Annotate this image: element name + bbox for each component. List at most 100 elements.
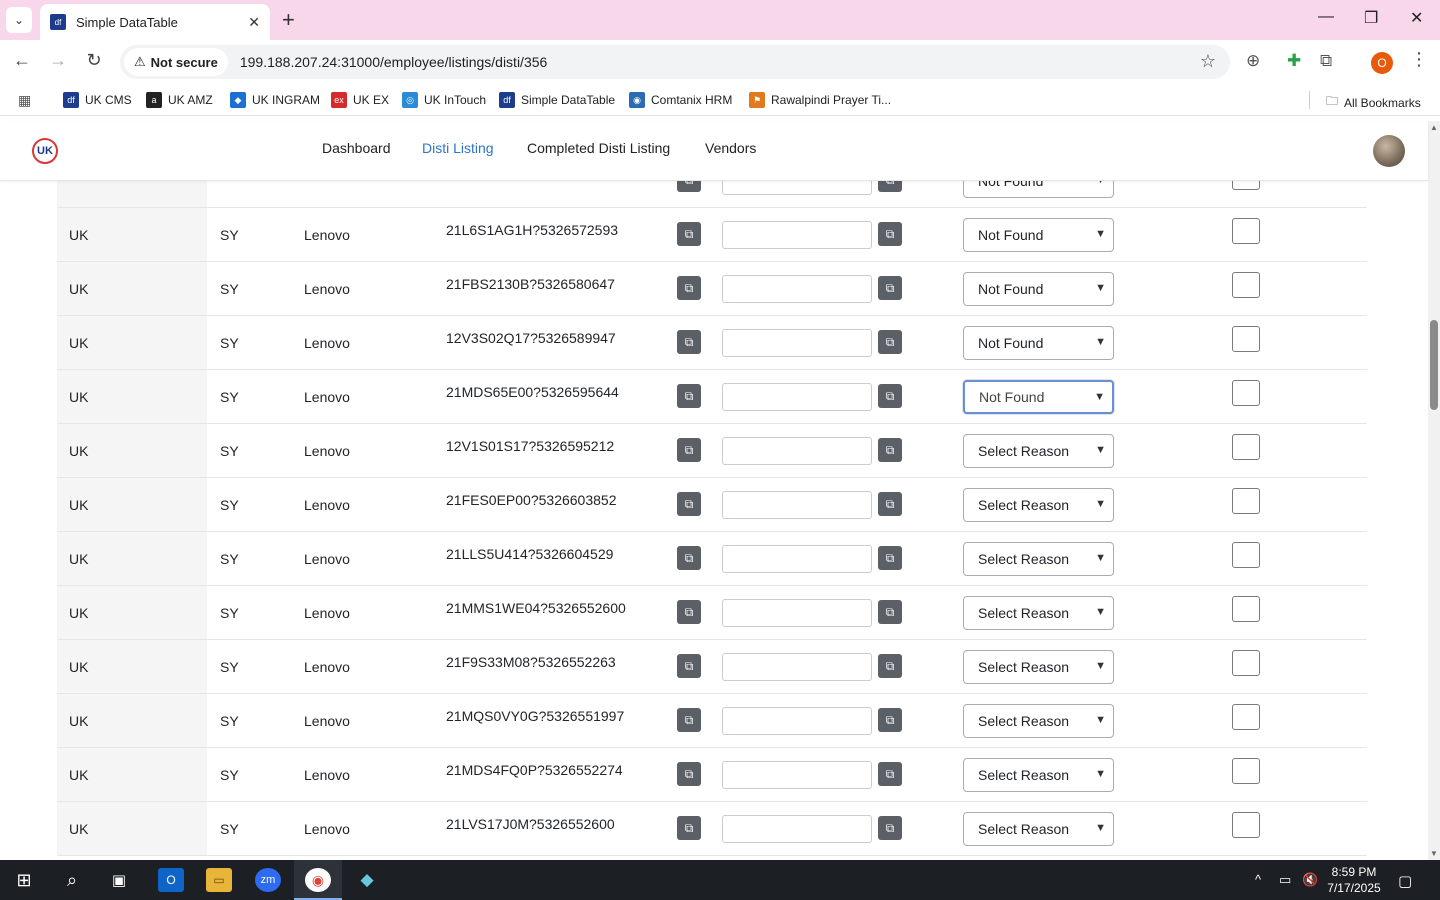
paste-button[interactable]: ⧉ [878,600,902,624]
row-checkbox[interactable] [1232,704,1260,730]
reason-select[interactable]: Not Found ▼ [963,181,1114,198]
browser-tab[interactable]: df Simple DataTable ✕ [40,4,270,40]
row-checkbox[interactable] [1232,326,1260,352]
forward-arrow-icon[interactable]: → [46,50,70,71]
reason-select[interactable]: Select Reason ▼ [963,596,1114,630]
nav-vendors[interactable]: Vendors [705,140,756,156]
volume-muted-icon[interactable]: 🔇 [1302,872,1318,888]
reason-select[interactable]: Select Reason ▼ [963,650,1114,684]
file-explorer-icon[interactable]: ▭ [206,868,232,892]
reason-select[interactable]: Select Reason ▼ [963,758,1114,792]
paste-button[interactable]: ⧉ [878,438,902,462]
row-checkbox[interactable] [1232,272,1260,298]
page-scrollbar[interactable]: ▲ ▼ [1428,121,1440,860]
extensions-icon[interactable]: ⧉ [1320,51,1332,71]
disti-input[interactable] [722,761,872,789]
nav-disti-listing[interactable]: Disti Listing [422,140,494,156]
disti-input[interactable] [722,815,872,843]
paste-button[interactable]: ⧉ [878,492,902,516]
disti-input[interactable] [722,181,872,195]
copy-sku-button[interactable]: ⧉ [677,600,701,624]
address-bar[interactable]: ⚠ Not secure 199.188.207.24:31000/employ… [120,45,1230,79]
url-text[interactable]: 199.188.207.24:31000/employee/listings/d… [240,54,547,70]
copy-sku-button[interactable]: ⧉ [677,330,701,354]
back-arrow-icon[interactable]: ← [10,50,34,71]
paste-button[interactable]: ⧉ [878,276,902,300]
copy-sku-button[interactable]: ⧉ [677,181,701,192]
paste-button[interactable]: ⧉ [878,546,902,570]
disti-input[interactable] [722,275,872,303]
paste-button[interactable]: ⧉ [878,654,902,678]
paste-button[interactable]: ⧉ [878,708,902,732]
bookmark-item[interactable]: df Simple DataTable [499,92,615,108]
paste-button[interactable]: ⧉ [878,762,902,786]
uk-logo[interactable]: UK [32,138,58,164]
copy-sku-button[interactable]: ⧉ [677,546,701,570]
disti-input[interactable] [722,653,872,681]
taskbar-search-icon[interactable]: ⌕ [59,868,85,892]
row-checkbox[interactable] [1232,434,1260,460]
bookmark-item[interactable]: ◉ Comtanix HRM [629,92,732,108]
scroll-down-arrow-icon[interactable]: ▼ [1430,849,1438,858]
network-icon[interactable]: ▭ [1279,872,1291,888]
translate-globe-icon[interactable]: ⊕ [1246,51,1260,71]
copy-sku-button[interactable]: ⧉ [677,384,701,408]
outlook-icon[interactable]: O [158,868,184,892]
tab-search-chevron-icon[interactable]: ⌄ [6,7,32,33]
disti-input[interactable] [722,383,872,411]
nav-completed-disti-listing[interactable]: Completed Disti Listing [527,140,670,156]
reason-select[interactable]: Not Found ▼ [963,326,1114,360]
zoom-icon[interactable]: zm [255,868,281,892]
scroll-up-arrow-icon[interactable]: ▲ [1430,123,1438,132]
copy-sku-button[interactable]: ⧉ [677,762,701,786]
extension-puzzle-green-icon[interactable]: ✚ [1287,51,1301,71]
apps-grid-icon[interactable]: ▦ [18,92,31,109]
taskbar-clock[interactable]: 8:59 PM 7/17/2025 [1322,864,1386,896]
row-checkbox[interactable] [1232,758,1260,784]
reload-icon[interactable]: ↻ [82,50,106,71]
reason-select[interactable]: Select Reason ▼ [963,488,1114,522]
bookmark-item[interactable]: ◎ UK InTouch [402,92,486,108]
row-checkbox[interactable] [1232,812,1260,838]
disti-input[interactable] [722,329,872,357]
windows-start-icon[interactable]: ⊞ [11,868,37,892]
paste-button[interactable]: ⧉ [878,222,902,246]
disti-input[interactable] [722,707,872,735]
paste-button[interactable]: ⧉ [878,816,902,840]
disti-input[interactable] [722,437,872,465]
row-checkbox[interactable] [1232,650,1260,676]
task-view-icon[interactable]: ▣ [106,868,132,892]
window-close-icon[interactable]: ✕ [1410,8,1423,28]
app-diamond-icon[interactable]: ◆ [354,868,380,892]
disti-input[interactable] [722,221,872,249]
reason-select[interactable]: Not Found ▼ [963,272,1114,306]
security-chip[interactable]: ⚠ Not secure [124,48,228,76]
row-checkbox[interactable] [1232,218,1260,244]
notifications-icon[interactable]: ▢ [1398,872,1412,890]
reason-select[interactable]: Select Reason ▼ [963,542,1114,576]
copy-sku-button[interactable]: ⧉ [677,276,701,300]
maximize-icon[interactable]: ❐ [1364,8,1378,28]
copy-sku-button[interactable]: ⧉ [677,438,701,462]
row-checkbox[interactable] [1232,596,1260,622]
bookmark-item[interactable]: ⚑ Rawalpindi Prayer Ti... [749,92,891,108]
tab-close-icon[interactable]: ✕ [248,14,260,31]
paste-button[interactable]: ⧉ [878,384,902,408]
disti-input[interactable] [722,491,872,519]
paste-button[interactable]: ⧉ [878,330,902,354]
chrome-menu-icon[interactable]: ⋮ [1410,49,1428,70]
all-bookmarks-button[interactable]: 🗀 All Bookmarks [1326,92,1421,113]
bookmark-item[interactable]: df UK CMS [63,92,132,108]
copy-sku-button[interactable]: ⧉ [677,222,701,246]
bookmark-star-icon[interactable]: ☆ [1200,51,1216,72]
reason-select[interactable]: Not Found ▼ [963,218,1114,252]
copy-sku-button[interactable]: ⧉ [677,708,701,732]
row-checkbox[interactable] [1232,488,1260,514]
scrollbar-thumb[interactable] [1430,320,1438,410]
paste-button[interactable]: ⧉ [878,181,902,192]
bookmark-item[interactable]: ex UK EX [331,92,389,108]
copy-sku-button[interactable]: ⧉ [677,816,701,840]
row-checkbox[interactable] [1232,380,1260,406]
chrome-icon[interactable]: ◉ [294,868,342,900]
nav-dashboard[interactable]: Dashboard [322,140,391,156]
